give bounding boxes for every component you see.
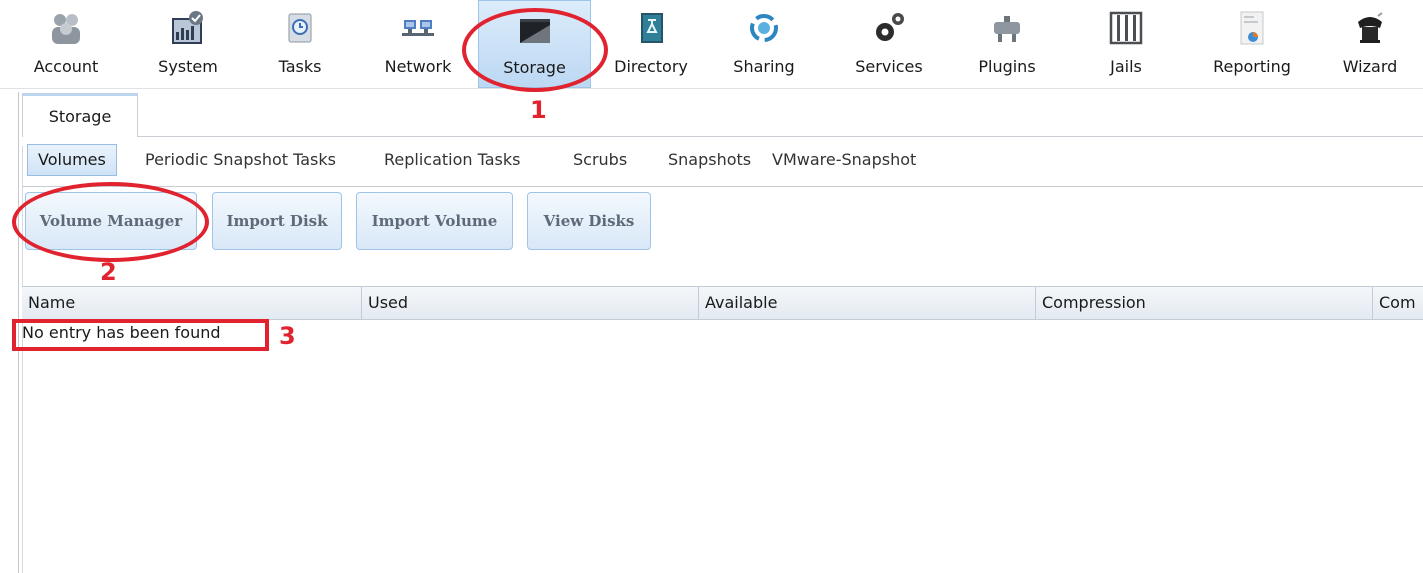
annotation-number-1: 1 xyxy=(530,96,547,124)
view-disks-button[interactable]: View Disks xyxy=(527,192,651,250)
annotation-number-3: 3 xyxy=(279,322,296,350)
account-icon xyxy=(52,14,80,44)
toolbar-label-network: Network xyxy=(384,57,452,76)
storage-subtabs: Volumes Periodic Snapshot Tasks Replicat… xyxy=(22,144,1422,176)
subtab-vmware-snapshot[interactable]: VMware-Snapshot xyxy=(772,144,916,176)
toolbar-item-directory[interactable]: Directory xyxy=(603,0,699,88)
network-icon xyxy=(402,20,434,36)
toolbar-label-plugins: Plugins xyxy=(978,57,1036,76)
toolbar-item-tasks[interactable]: Tasks xyxy=(252,0,348,88)
subtab-periodic-snapshot-tasks[interactable]: Periodic Snapshot Tasks xyxy=(145,144,336,176)
directory-icon xyxy=(641,13,663,43)
import-disk-button[interactable]: Import Disk xyxy=(212,192,342,250)
toolbar-label-sharing: Sharing xyxy=(733,57,795,76)
reporting-icon xyxy=(1240,11,1264,45)
subtab-snapshots[interactable]: Snapshots xyxy=(668,144,751,176)
services-icon xyxy=(876,13,904,41)
toolbar-item-plugins[interactable]: Plugins xyxy=(959,0,1055,88)
import-volume-button[interactable]: Import Volume xyxy=(356,192,513,250)
plugins-icon xyxy=(994,16,1020,42)
toolbar-item-sharing[interactable]: Sharing xyxy=(716,0,812,88)
tasks-icon xyxy=(288,13,312,43)
toolbar-item-services[interactable]: Services xyxy=(841,0,937,88)
column-header-used[interactable]: Used xyxy=(362,287,699,319)
column-header-compression[interactable]: Compression xyxy=(1036,287,1373,319)
annotation-ellipse-storage xyxy=(462,8,608,92)
main-toolbar: Account System Tasks Network Storage Dir… xyxy=(0,0,1423,89)
tab-storage[interactable]: Storage xyxy=(22,93,138,137)
toolbar-label-services: Services xyxy=(855,57,923,76)
toolbar-item-account[interactable]: Account xyxy=(18,0,114,88)
tab-storage-label: Storage xyxy=(48,107,112,126)
toolbar-item-network[interactable]: Network xyxy=(370,0,466,88)
column-header-compression-ratio[interactable]: Com xyxy=(1373,287,1423,319)
subtab-scrubs[interactable]: Scrubs xyxy=(573,144,627,176)
toolbar-label-reporting: Reporting xyxy=(1213,57,1291,76)
toolbar-label-tasks: Tasks xyxy=(278,57,322,76)
column-header-name[interactable]: Name xyxy=(22,287,362,319)
subtab-replication-tasks[interactable]: Replication Tasks xyxy=(384,144,521,176)
sharing-icon xyxy=(750,14,778,42)
toolbar-label-system: System xyxy=(158,57,218,76)
system-icon xyxy=(172,11,203,44)
tab-strip-border xyxy=(22,136,1423,137)
volumes-grid-header: Name Used Available Compression Com xyxy=(22,286,1423,320)
toolbar-item-wizard[interactable]: Wizard xyxy=(1322,0,1418,88)
toolbar-item-system[interactable]: System xyxy=(140,0,236,88)
jails-icon xyxy=(1109,11,1143,45)
toolbar-label-jails: Jails xyxy=(1110,57,1142,76)
annotation-ellipse-volume-manager xyxy=(12,182,209,262)
toolbar-label-directory: Directory xyxy=(614,57,688,76)
annotation-box-empty-message xyxy=(12,319,269,351)
subtab-divider xyxy=(22,186,1423,187)
annotation-number-2: 2 xyxy=(100,258,117,286)
subtab-volumes[interactable]: Volumes xyxy=(27,144,117,176)
toolbar-label-account: Account xyxy=(33,57,99,76)
toolbar-label-wizard: Wizard xyxy=(1342,57,1398,76)
column-header-available[interactable]: Available xyxy=(699,287,1036,319)
wizard-icon xyxy=(1358,12,1383,43)
toolbar-item-reporting[interactable]: Reporting xyxy=(1197,0,1307,88)
toolbar-item-jails[interactable]: Jails xyxy=(1078,0,1174,88)
